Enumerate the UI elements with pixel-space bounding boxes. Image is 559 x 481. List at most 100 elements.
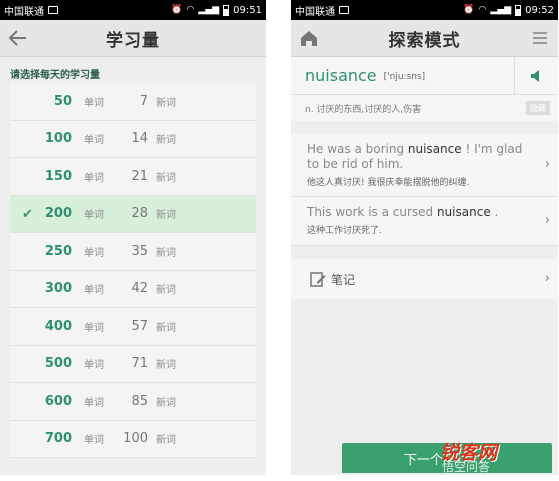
status-bar: 中国联通 ⏰ ◠ ▂▄▆ 09:51 — [0, 0, 266, 20]
word-text: nuisance — [305, 66, 377, 85]
word-unit-label: 单词 — [84, 172, 104, 184]
example-english: He was a boring nuisance ! I'm glad to b… — [307, 142, 523, 171]
new-word-count: 28 — [131, 206, 148, 222]
new-word-unit-label: 新词 — [156, 210, 176, 222]
back-arrow-icon[interactable] — [6, 26, 30, 50]
amount-list: 50 单词 7 新词 100 单词 14 新词 150 单词 21 新词 ✔ 200 单词 28 新词 250 单词… — [10, 83, 256, 458]
examples-card: He was a boring nuisance ! I'm glad to b… — [291, 134, 558, 246]
word-unit-label: 单词 — [84, 285, 104, 297]
new-word-unit-label: 新词 — [156, 397, 176, 409]
menu-icon[interactable] — [530, 28, 550, 48]
new-word-count: 71 — [131, 356, 148, 372]
new-word-unit-label: 新词 — [156, 435, 176, 447]
signal-icon: ▂▄▆ — [490, 5, 512, 15]
definition-text: n. 讨厌的东西,讨厌的人,伤害 — [305, 104, 422, 115]
word-unit-label: 单词 — [84, 135, 104, 147]
word-count: 600 — [44, 393, 72, 409]
word-count: 200 — [44, 206, 72, 222]
amount-option-row[interactable]: 50 单词 7 新词 — [10, 83, 256, 121]
new-word-unit-label: 新词 — [156, 322, 176, 334]
speaker-button[interactable] — [514, 57, 558, 95]
new-word-count: 21 — [131, 168, 148, 184]
amount-option-row[interactable]: 600 单词 85 新词 — [10, 383, 256, 421]
amount-prompt: 请选择每天的学习量 — [10, 70, 100, 81]
example-keyword: nuisance — [407, 142, 462, 156]
page-title: 学习量 — [106, 30, 160, 51]
notes-label: 笔记 — [331, 272, 356, 287]
amount-option-row[interactable]: ✔ 200 单词 28 新词 — [10, 195, 256, 233]
new-word-count: 42 — [131, 281, 148, 297]
word-card: nuisance ['nju:sns] n. 讨厌的东西,讨厌的人,伤害 隐藏 — [291, 57, 558, 121]
word-unit-label: 单词 — [84, 397, 104, 409]
phonetic-text: ['nju:sns] — [383, 72, 426, 82]
example-item[interactable]: This work is a cursed nuisance . 这种工作讨厌死… — [291, 197, 558, 246]
hide-definition-button[interactable]: 隐藏 — [526, 101, 550, 115]
word-unit-label: 单词 — [84, 210, 104, 222]
wifi-icon: ◠ — [186, 5, 195, 15]
battery-icon — [223, 4, 230, 16]
new-word-unit-label: 新词 — [156, 285, 176, 297]
watermark-subtitle: 悟空问答 — [442, 460, 491, 474]
page-title: 探索模式 — [388, 30, 461, 51]
word-unit-label: 单词 — [84, 97, 104, 109]
new-word-unit-label: 新词 — [156, 247, 176, 259]
speaker-icon — [530, 70, 539, 82]
app-bar: 学习量 — [0, 20, 266, 57]
left-phone-screen: 中国联通 ⏰ ◠ ▂▄▆ 09:51 学习量 请选择每天的学习量 50 单词 7 新词… — [0, 0, 266, 475]
alarm-icon: ⏰ — [463, 5, 475, 15]
word-unit-label: 单词 — [84, 360, 104, 372]
word-count: 300 — [44, 281, 72, 297]
word-unit-label: 单词 — [84, 435, 104, 447]
word-line: nuisance ['nju:sns] — [291, 57, 558, 95]
status-bar: 中国联通 ⏰ ◠ ▂▄▆ 09:52 — [291, 0, 558, 20]
new-word-count: 7 — [139, 93, 148, 109]
alarm-icon: ⏰ — [171, 5, 183, 15]
status-time: 09:52 — [525, 4, 554, 16]
word-count: 700 — [44, 431, 72, 447]
notes-row[interactable]: 笔记 › — [291, 259, 558, 299]
amount-option-row[interactable]: 400 单词 57 新词 — [10, 308, 256, 346]
note-edit-icon — [309, 270, 327, 288]
example-item[interactable]: He was a boring nuisance ! I'm glad to b… — [291, 134, 558, 197]
example-english: This work is a cursed nuisance . — [307, 205, 499, 219]
carrier-label: 中国联通 — [295, 6, 335, 18]
chevron-right-icon: › — [544, 157, 550, 172]
battery-icon — [515, 4, 522, 16]
word-count: 150 — [44, 168, 72, 184]
new-word-count: 35 — [131, 243, 148, 259]
new-word-unit-label: 新词 — [156, 135, 176, 147]
new-word-count: 85 — [131, 393, 148, 409]
wifi-icon: ◠ — [478, 5, 487, 15]
amount-option-row[interactable]: 250 单词 35 新词 — [10, 233, 256, 271]
status-time: 09:51 — [233, 4, 262, 16]
right-phone-screen: 中国联通 ⏰ ◠ ▂▄▆ 09:52 探索模式 nuisance ['nju:s… — [291, 0, 558, 475]
word-count: 250 — [44, 243, 72, 259]
chevron-right-icon: › — [544, 213, 550, 228]
word-count: 400 — [44, 318, 72, 334]
chevron-right-icon: › — [544, 271, 550, 286]
amount-option-row[interactable]: 700 单词 100 新词 — [10, 421, 256, 458]
check-icon: ✔ — [22, 206, 33, 222]
word-unit-label: 单词 — [84, 322, 104, 334]
word-count: 50 — [53, 93, 72, 109]
new-word-count: 57 — [131, 318, 148, 334]
home-icon[interactable] — [297, 26, 321, 50]
signal-icon: ▂▄▆ — [198, 5, 220, 15]
carrier-label: 中国联通 — [4, 6, 44, 18]
amount-option-row[interactable]: 150 单词 21 新词 — [10, 158, 256, 196]
new-word-unit-label: 新词 — [156, 172, 176, 184]
image-notification-icon — [48, 6, 58, 14]
amount-option-row[interactable]: 500 单词 71 新词 — [10, 346, 256, 383]
word-count: 500 — [44, 356, 72, 372]
new-word-count: 100 — [123, 431, 148, 447]
new-word-unit-label: 新词 — [156, 360, 176, 372]
new-word-count: 14 — [131, 131, 148, 147]
amount-option-row[interactable]: 100 单词 14 新词 — [10, 121, 256, 158]
amount-option-row[interactable]: 300 单词 42 新词 — [10, 271, 256, 308]
definition-line: n. 讨厌的东西,讨厌的人,伤害 隐藏 — [291, 95, 558, 121]
example-keyword: nuisance — [436, 205, 491, 219]
example-chinese: 他这人真讨厌! 我很庆幸能摆脱他的纠缠. — [307, 178, 470, 188]
watermark: 锐客网 悟空问答 — [440, 438, 559, 476]
word-count: 100 — [44, 131, 72, 147]
example-chinese: 这种工作讨厌死了. — [307, 226, 382, 236]
